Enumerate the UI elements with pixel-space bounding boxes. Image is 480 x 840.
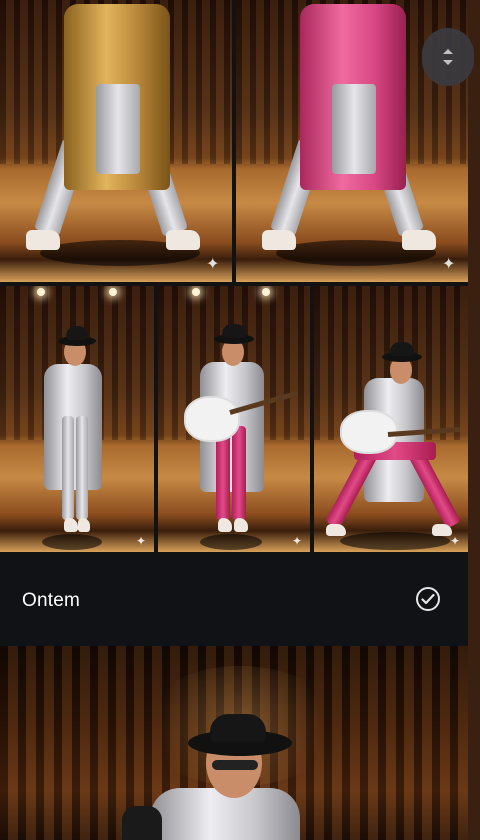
figure-boot xyxy=(234,518,248,532)
figure-boot xyxy=(64,518,78,532)
check-circle-icon[interactable] xyxy=(416,587,440,611)
sparkle-icon: ✦ xyxy=(206,256,220,273)
figure-boot xyxy=(432,524,452,536)
photo-thumbnail-portrait[interactable] xyxy=(0,646,468,840)
spotlight xyxy=(262,288,270,296)
cowboy-hat-crown xyxy=(222,324,246,338)
scroll-handle-icon[interactable] xyxy=(422,28,474,86)
floor-shadow xyxy=(42,534,102,550)
sparkle-icon: ✦ xyxy=(136,534,147,548)
figure-boot xyxy=(26,230,60,250)
figure-leg xyxy=(62,416,74,520)
figure-boot xyxy=(326,524,346,536)
sparkle-icon: ✦ xyxy=(442,256,456,273)
figure-boot xyxy=(402,230,436,250)
photo-thumbnail-guitar-stance[interactable]: ✦ xyxy=(314,286,468,552)
section-title: Ontem xyxy=(22,590,81,611)
acoustic-guitar xyxy=(184,396,240,442)
cowboy-hat-crown xyxy=(210,714,266,742)
figure-trousers xyxy=(332,84,376,174)
figure-shoulder xyxy=(122,806,162,840)
sunglasses xyxy=(212,760,258,770)
sparkle-icon: ✦ xyxy=(292,534,303,548)
sparkle-icon: ✦ xyxy=(450,534,461,548)
figure-trousers xyxy=(96,84,140,174)
figure-leg xyxy=(232,426,246,520)
figure-boot xyxy=(262,230,296,250)
cowboy-hat-crown xyxy=(66,326,88,340)
figure-leg xyxy=(76,416,88,520)
figure-boot xyxy=(218,518,232,532)
spotlight xyxy=(37,288,45,296)
figure-boot xyxy=(166,230,200,250)
photo-thumbnail-silver-standing[interactable]: ✦ xyxy=(0,286,154,552)
spotlight xyxy=(109,288,117,296)
cowboy-hat-crown xyxy=(390,342,414,356)
figure-boot xyxy=(78,518,90,532)
spotlight xyxy=(192,288,200,296)
photo-thumbnail-gold-coat[interactable]: ✦ xyxy=(0,0,232,282)
photo-thumbnail-guitar-standing[interactable]: ✦ xyxy=(158,286,310,552)
edge-strip xyxy=(468,0,480,840)
photo-gallery: ✦ ✦ ✦ ✦ ✦ Ontem xyxy=(0,0,480,840)
floor-shadow xyxy=(200,534,262,550)
